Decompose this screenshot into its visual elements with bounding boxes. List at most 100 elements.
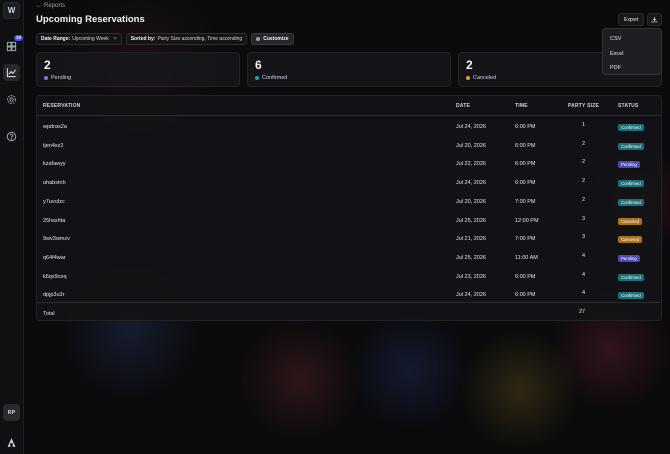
column-header-date[interactable]: DATE [456,103,470,109]
column-header-party-size[interactable]: PARTY SIZE [568,103,599,109]
reservation-date: Jul 20, 2026 [456,142,486,149]
stat-value: 6 [255,58,262,72]
reservation-time: 6:00 PM [515,161,536,168]
column-header-reservation[interactable]: RESERVATION [43,103,80,109]
status-dot-icon [255,76,259,80]
sidebar: W 10 RP [0,0,24,454]
export-button-label: Export [624,16,639,23]
column-header-status[interactable]: STATUS [618,103,638,109]
reservation-date: Jul 24, 2026 [456,124,486,130]
reservation-time: 12:00 PM [515,217,539,224]
export-option-csv[interactable]: CSV [603,32,661,47]
column-header-time[interactable]: TIME [515,103,528,109]
stat-card-pending: 2 Pending [36,52,240,87]
sidebar-item-settings[interactable] [3,91,20,108]
table-row[interactable]: wpdras2a Jul 24, 2026 6:00 PM 1 Confirmed [37,117,661,136]
reservation-id: uhabstnh [43,180,66,187]
reservation-id: 9wv3wmzv [43,236,70,243]
table-row[interactable]: tjen4xz2 Jul 20, 2026 6:00 PM 2 Confirmed [37,136,661,155]
party-size: 3 [582,234,586,241]
total-party-size: 27 [578,309,586,315]
avatar-initials: RP [7,409,16,416]
table-row[interactable]: q64f4war Jul 25, 2026 11:00 AM 4 Pending [37,248,661,267]
reservation-id: tjen4xz2 [43,142,64,149]
customize-button[interactable]: Customize [251,33,294,45]
reservation-id: 25hsshta [43,217,66,224]
reservation-time: 6:00 PM [515,124,536,130]
export-option-pdf[interactable]: PDF [603,61,661,76]
gear-icon [7,95,16,104]
page-title: Upcoming Reservations [36,14,145,25]
reservation-date: Jul 22, 2026 [456,161,486,168]
dot-icon [256,37,261,41]
filter-chip-sort[interactable]: Sorted by: Party Size ascending, Time as… [125,33,248,45]
back-link[interactable]: ← Reports [36,3,65,9]
app-logo[interactable]: W [3,2,20,19]
avatar[interactable]: RP [3,404,20,421]
reservation-date: Jul 21, 2026 [456,236,486,243]
reservation-date: Jul 25, 2026 [456,254,486,261]
party-size: 4 [582,271,586,278]
status-badge: Confirmed [618,198,644,206]
stats-row: 2 Pending 6 Confirmed 2 Canceled [36,52,662,87]
reservation-time: 6:00 PM [515,292,536,299]
back-link-label: Reports [44,3,66,9]
reservation-time: 6:00 PM [515,180,536,187]
total-label: Total [43,311,55,317]
filter-value: Upcoming Week [72,36,109,42]
reservation-id: y7uvufzc [43,198,65,205]
download-button[interactable] [647,13,662,26]
party-size: 2 [582,196,586,203]
filter-chip-date-range[interactable]: Date Range: Upcoming Week × [36,33,122,45]
party-size: 4 [582,290,586,297]
export-menu: CSV Excel PDF [602,28,662,75]
reservations-table: RESERVATION DATE TIME PARTY SIZE STATUS … [36,95,662,321]
reservation-time: 7:00 PM [515,236,536,243]
reservation-time: 6:00 PM [515,273,536,280]
sort-value: Party Size ascending, Time ascending [157,36,243,42]
table-row[interactable]: 9wv3wmzv Jul 21, 2026 7:00 PM 3 Canceled [37,229,661,248]
party-size: 3 [582,215,586,222]
logo-icon [7,438,16,447]
help-icon [6,131,17,142]
stat-value: 2 [466,58,473,72]
reservation-date: Jul 23, 2026 [456,273,486,280]
export-button[interactable]: Export [618,13,645,26]
stat-label: Confirmed [255,75,287,81]
reservation-date: Jul 24, 2026 [456,292,486,299]
reservation-id: k6qx9ceq [43,273,67,280]
export-option-excel[interactable]: Excel [603,47,661,62]
stat-label: Pending [44,75,71,81]
table-row[interactable]: uhabstnh Jul 24, 2026 6:00 PM 2 Confirmed [37,173,661,192]
arrow-left-icon: ← [36,3,42,9]
sidebar-item-reports[interactable] [3,64,20,81]
sidebar-item-brand[interactable] [3,434,20,451]
filter-key: Date Range: [41,36,71,42]
sidebar-item-reservations[interactable]: 10 [3,35,23,55]
stat-label-text: Canceled [473,75,497,81]
status-badge: Confirmed [618,292,644,300]
close-icon[interactable]: × [114,36,117,42]
reservation-date: Jul 20, 2026 [456,198,486,205]
filter-bar: Date Range: Upcoming Week × Sorted by: P… [36,33,294,45]
status-badge: Confirmed [618,273,644,281]
status-badge: Confirmed [618,124,644,131]
stat-value: 2 [44,58,51,72]
app-logo-letter: W [7,6,16,15]
reservation-id: dpjp3u3r [43,292,65,299]
reservation-id: q64f4war [43,254,66,261]
status-badge: Pending [618,254,640,262]
sidebar-item-help[interactable] [3,128,20,145]
reservation-time: 11:00 AM [515,254,538,261]
party-size: 2 [582,159,586,166]
table-row[interactable]: 25hsshta Jul 25, 2026 12:00 PM 3 Canceled [37,211,661,230]
table-row[interactable]: k6qx9ceq Jul 23, 2026 6:00 PM 4 Confirmed [37,267,661,286]
grid-icon [6,41,17,52]
reservation-id: kzafawyy [43,161,66,168]
status-dot-icon [44,76,48,80]
stat-card-confirmed: 6 Confirmed [247,52,451,87]
table-row[interactable]: y7uvufzc Jul 20, 2026 7:00 PM 2 Confirmed [37,192,661,211]
table-row[interactable]: kzafawyy Jul 22, 2026 6:00 PM 2 Pending [37,154,661,173]
stat-label-text: Confirmed [262,75,288,81]
party-size: 4 [582,252,586,259]
